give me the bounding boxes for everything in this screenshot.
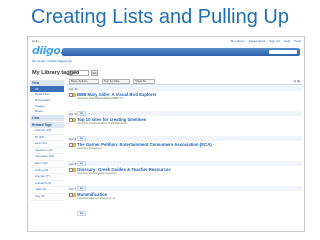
sidebar-tag[interactable]: internet (7) bbox=[30, 174, 64, 181]
tag-filter-input[interactable]: list bbox=[69, 70, 89, 76]
bookmark-icon bbox=[73, 118, 76, 122]
toplink-my-library[interactable]: My Library bbox=[231, 39, 245, 43]
breadcrumb[interactable]: My Library / Media Tagged list bbox=[32, 59, 72, 63]
welcome-text: Hello, bbox=[32, 39, 40, 43]
search-input[interactable] bbox=[269, 50, 297, 54]
sidebar-tag[interactable]: lib (15) bbox=[30, 135, 64, 142]
sidebar-tag[interactable]: teachers (13) bbox=[30, 148, 64, 155]
bookmark-list: Move Actions Sort by Date Show All ▤ ▦ A… bbox=[67, 79, 302, 229]
sidebar: View All Read Later Bookmarks Images Not… bbox=[30, 79, 64, 229]
sidebar-tag[interactable]: elem (10) bbox=[30, 161, 64, 168]
main-nav: My Library My Network My Groups Communit… bbox=[62, 48, 300, 62]
bookmark-url[interactable]: www.floor.ancient.greek-resources bbox=[77, 172, 302, 176]
nav-my-network[interactable]: My Network bbox=[96, 56, 114, 64]
bookmark-url[interactable]: www.floor.hollysofthavesBidds-BBB.html bbox=[77, 97, 302, 101]
sidebar-tag[interactable]: education (10) bbox=[30, 154, 64, 161]
bookmark-url[interactable]: www.floor.maniftutorialtion.net/2009/tim… bbox=[77, 122, 302, 126]
list-item[interactable]: BBB Mary Sidie: A Visual Bird Explorer w… bbox=[67, 91, 302, 116]
sort-select[interactable]: Sort by Date bbox=[102, 79, 130, 84]
top-links: My Library Saved Items Sign out Help Too… bbox=[228, 39, 301, 43]
list-item[interactable]: Glossary: Greek Guides & Teacher Resourc… bbox=[67, 166, 302, 191]
actions-select[interactable]: Move Actions bbox=[69, 79, 99, 84]
toplink-tools[interactable]: Tools bbox=[294, 39, 301, 43]
nav-community[interactable]: Community bbox=[154, 56, 171, 64]
diigo-logo[interactable]: diigo. bbox=[32, 44, 65, 57]
sidebar-tag[interactable]: research (6) bbox=[30, 181, 64, 188]
bookmark-icon bbox=[73, 93, 76, 97]
bookmark-icon bbox=[73, 193, 76, 197]
bookmark-url[interactable]: www.floor.discoveringegypt.co.uk bbox=[77, 197, 302, 201]
sidebar-lists-heading: Lists bbox=[30, 114, 64, 121]
list-toolbar: Move Actions Sort by Date Show All ▤ ▦ bbox=[67, 79, 302, 85]
bookmark-tag[interactable]: list bbox=[77, 211, 87, 216]
toplink-help[interactable]: Help bbox=[284, 39, 290, 43]
sidebar-tag[interactable]: math (5) bbox=[30, 187, 64, 194]
browser-screenshot: Hello, My Library Saved Items Sign out H… bbox=[27, 36, 305, 232]
sidebar-tag[interactable]: science (18) bbox=[30, 128, 64, 135]
view-mode-icon[interactable]: ▤ ▦ bbox=[293, 79, 300, 83]
bookmark-icon bbox=[73, 143, 76, 147]
list-item[interactable]: The Garner Petition: Entertainment Consu… bbox=[67, 141, 302, 166]
go-button[interactable]: Go bbox=[91, 70, 98, 76]
sidebar-tag[interactable]: writing (9) bbox=[30, 168, 64, 175]
sidebar-item-notes[interactable]: Notes bbox=[30, 108, 64, 114]
sidebar-tag[interactable]: free (5) bbox=[30, 194, 64, 201]
logo-text: diigo bbox=[32, 44, 61, 57]
view-select[interactable]: Show All bbox=[133, 79, 155, 84]
sidebar-tag[interactable]: web (13) bbox=[30, 141, 64, 148]
slide-title: Creating Lists and Pulling Up bbox=[31, 6, 289, 28]
toplink-sign-out[interactable]: Sign out bbox=[269, 39, 280, 43]
site-header: Hello, My Library Saved Items Sign out H… bbox=[28, 37, 304, 67]
bookmark-url[interactable]: www.floor.theeca.com bbox=[77, 147, 302, 151]
list-item[interactable]: Mummification www.floor.discoveringegypt… bbox=[67, 191, 302, 216]
toplink-saved-items[interactable]: Saved Items bbox=[249, 39, 266, 43]
bookmark-icon bbox=[73, 168, 76, 172]
list-item[interactable]: Top 10 sites for creating timelines www.… bbox=[67, 116, 302, 141]
nav-my-groups[interactable]: My Groups bbox=[126, 56, 143, 64]
